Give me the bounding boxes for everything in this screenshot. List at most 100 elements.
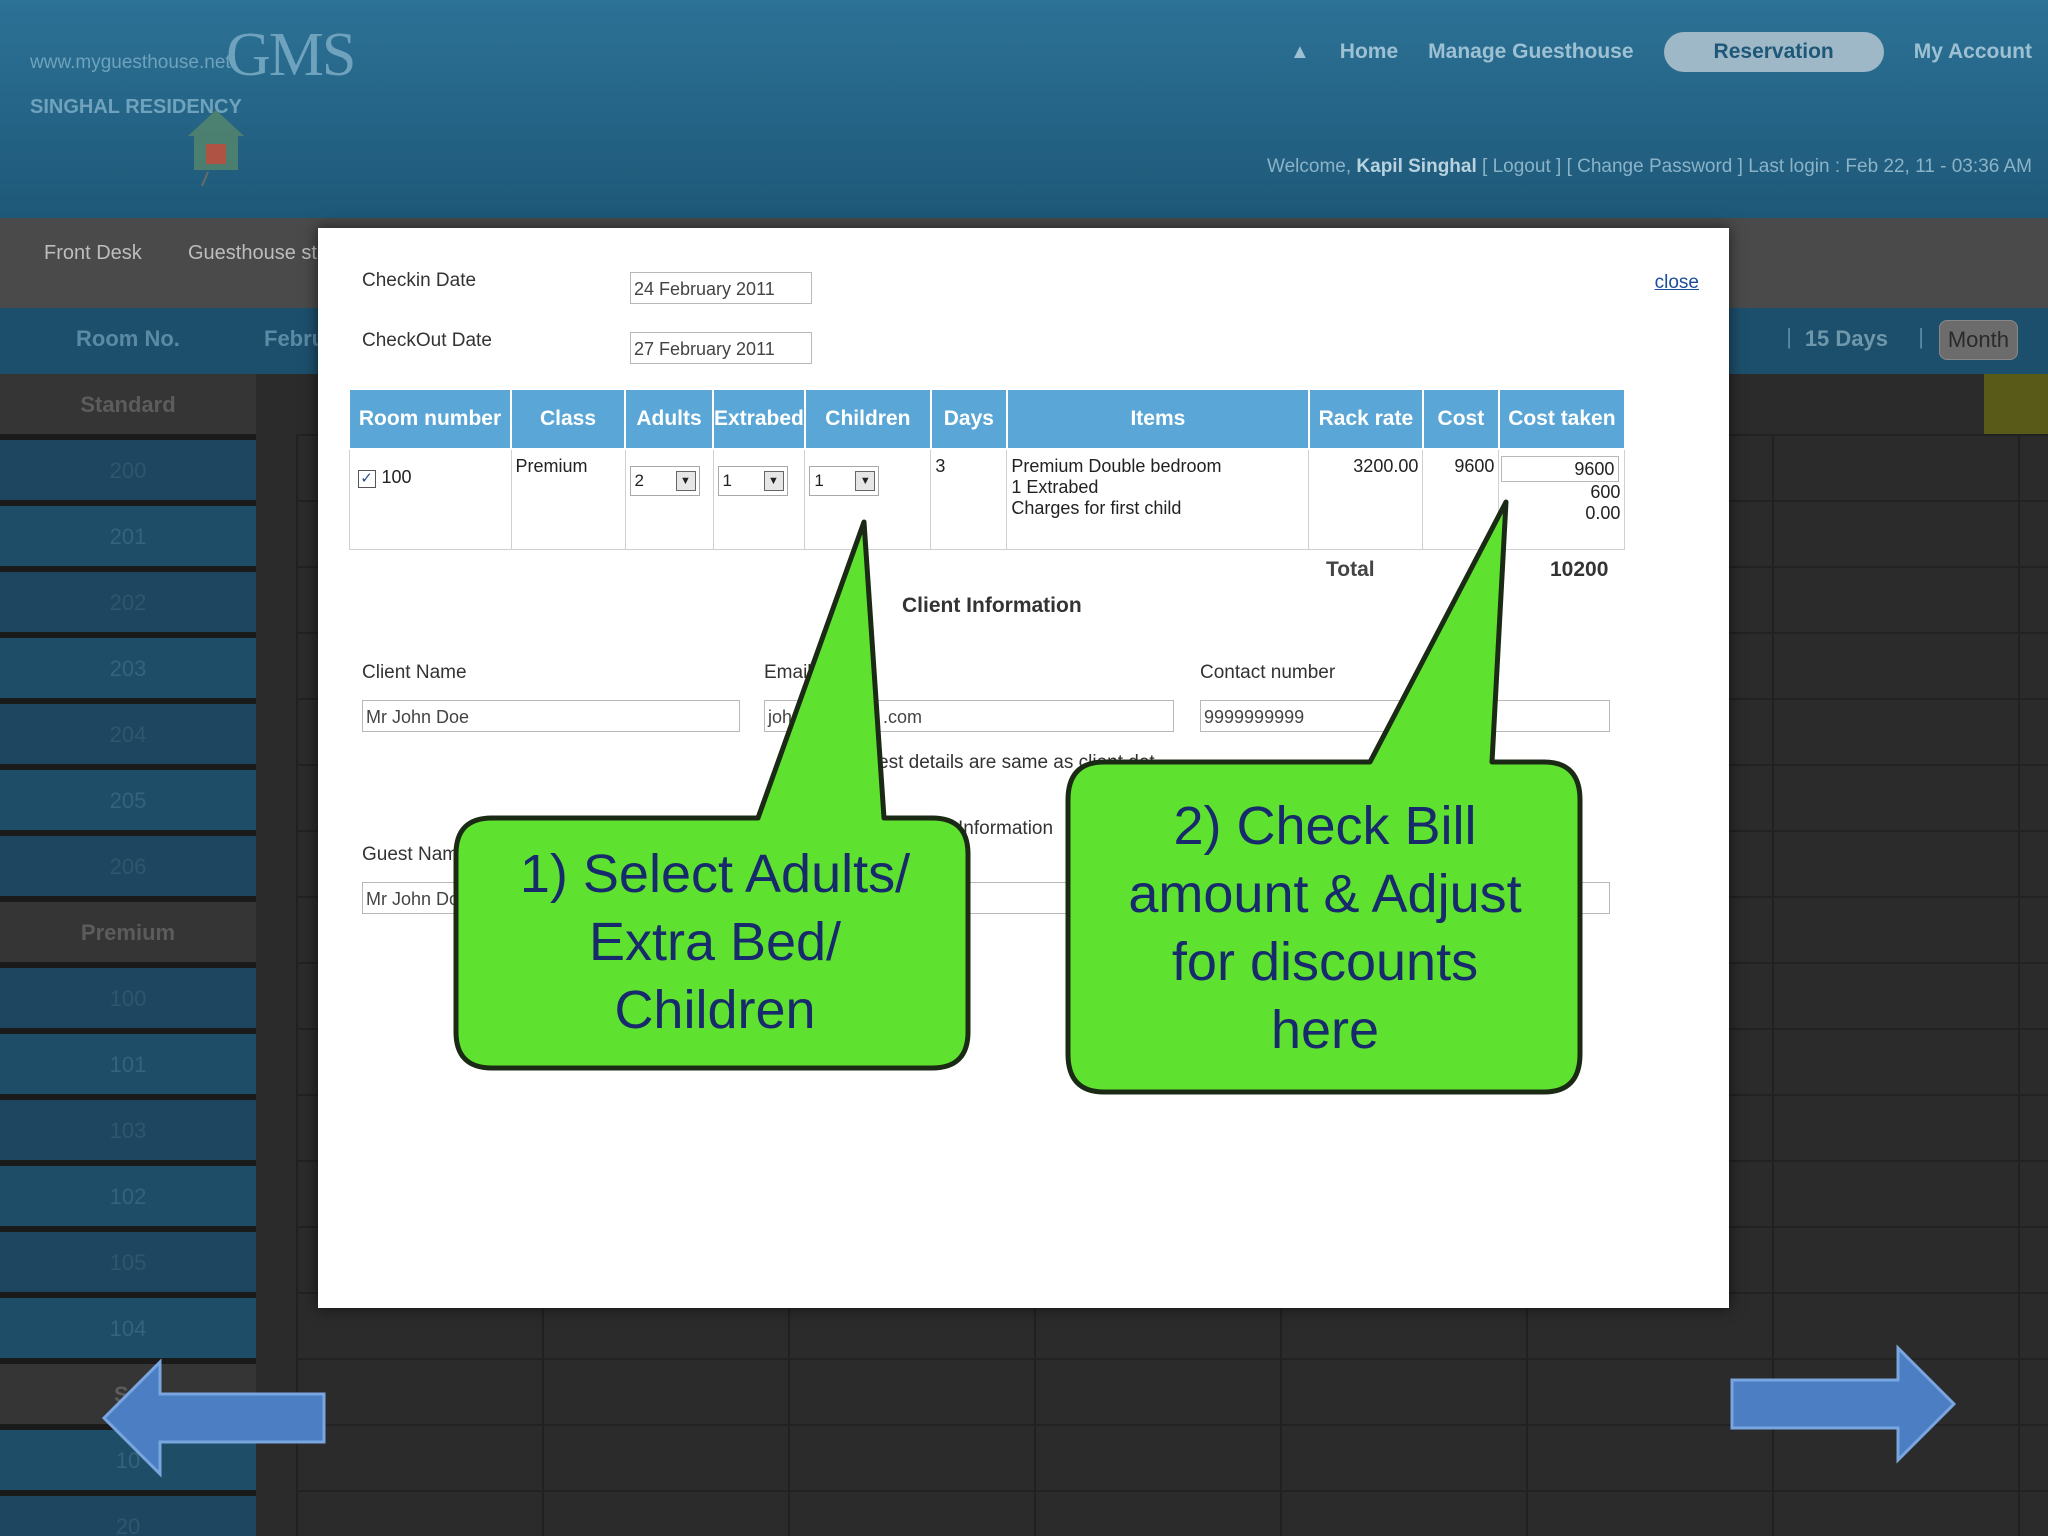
room-number: 100 bbox=[381, 467, 412, 487]
cell-days: 3 bbox=[930, 448, 1008, 550]
room-list: Standard 200 201 202 203 204 205 206 Premium 100 1… bbox=[0, 374, 256, 1536]
welcome-prefix: Welcome, bbox=[1267, 156, 1352, 177]
col-class: Class bbox=[510, 388, 626, 450]
room-row[interactable]: 203 bbox=[0, 638, 256, 698]
grid-line bbox=[2018, 434, 2020, 1536]
col-room-number: Room number bbox=[348, 388, 512, 450]
room-row[interactable]: 205 bbox=[0, 770, 256, 830]
room-row[interactable]: 102 bbox=[0, 1166, 256, 1226]
cell-adults: 2 ▼ bbox=[624, 448, 714, 550]
app-screen: www.myguesthouse.net GMS SINGHAL RESIDEN… bbox=[0, 0, 2048, 1536]
children-value: 1 bbox=[814, 471, 824, 490]
nav-home[interactable]: Home bbox=[1340, 40, 1398, 64]
cell-class: Premium bbox=[510, 448, 626, 550]
room-checkbox[interactable]: ✓ bbox=[357, 470, 376, 488]
nav-manage-guesthouse[interactable]: Manage Guesthouse bbox=[1428, 40, 1633, 64]
room-row[interactable]: 100 bbox=[0, 968, 256, 1028]
children-select[interactable]: 1 ▼ bbox=[809, 466, 880, 496]
callout-one-text: 1) Select Adults/ Extra Bed/ Children bbox=[470, 840, 960, 1044]
nav-my-account[interactable]: My Account bbox=[1914, 40, 2032, 64]
grid-line bbox=[296, 434, 298, 1536]
cell-rack-rate: 3200.00 bbox=[1308, 448, 1424, 550]
extrabed-charge: 600 bbox=[1590, 482, 1621, 502]
callout-line: 1) Select Adults/ bbox=[519, 844, 911, 904]
dropdown-arrow-icon[interactable]: ▼ bbox=[763, 471, 784, 491]
logout-link[interactable]: [ Logout ] bbox=[1482, 156, 1561, 177]
view-month-button[interactable]: Month bbox=[1938, 320, 2018, 360]
callout-two-text: 2) Check Bill amount & Adjust for discou… bbox=[1078, 792, 1572, 1064]
email-input[interactable]: joh .com bbox=[764, 700, 1174, 732]
col-rack-rate: Rack rate bbox=[1307, 388, 1424, 450]
callout-line: 2) Check Bill bbox=[1173, 796, 1477, 856]
col-cost: Cost bbox=[1421, 388, 1500, 450]
room-row[interactable]: 104 bbox=[0, 1298, 256, 1358]
col-extrabed: Extrabed bbox=[712, 388, 806, 450]
bill-table: Room number Class Adults Extrabed Childr… bbox=[348, 388, 1626, 550]
checkout-input[interactable]: 27 February 2011 bbox=[630, 332, 812, 364]
room-row[interactable]: 204 bbox=[0, 704, 256, 764]
room-row[interactable]: 206 bbox=[0, 836, 256, 896]
item-line: 1 Extrabed bbox=[1011, 477, 1099, 497]
change-password-link[interactable]: [ Change Password ] bbox=[1567, 156, 1743, 177]
cell-items: Premium Double bedroom 1 Extrabed Charge… bbox=[1006, 448, 1310, 550]
col-cost-taken: Cost taken bbox=[1497, 388, 1626, 450]
grid-line bbox=[296, 1424, 2048, 1426]
room-row[interactable]: 20 bbox=[0, 1496, 256, 1536]
col-days: Days bbox=[929, 388, 1008, 450]
date-highlight bbox=[1984, 374, 2048, 434]
checkin-label: Checkin Date bbox=[362, 270, 477, 291]
client-name-input[interactable]: Mr John Doe bbox=[362, 700, 740, 732]
room-no-header: Room No. bbox=[76, 326, 180, 351]
up-arrow-icon[interactable]: ▲ bbox=[1290, 41, 1310, 64]
dropdown-arrow-icon[interactable]: ▼ bbox=[675, 471, 696, 491]
cell-extrabed: 1 ▼ bbox=[712, 448, 806, 550]
callout-line: amount & Adjust bbox=[1128, 864, 1522, 924]
cell-children: 1 ▼ bbox=[804, 448, 932, 550]
app-header: www.myguesthouse.net GMS SINGHAL RESIDEN… bbox=[0, 0, 2048, 218]
room-row[interactable]: 202 bbox=[0, 572, 256, 632]
col-items: Items bbox=[1005, 388, 1310, 450]
separator: | bbox=[1918, 324, 1924, 349]
grid-line bbox=[296, 1490, 2048, 1492]
same-details-label: est details are same as client det bbox=[878, 752, 1155, 773]
site-logo: GMS bbox=[226, 21, 356, 89]
email-value-end: .com bbox=[883, 707, 923, 727]
guest-name-label: Guest Name bbox=[362, 844, 469, 865]
checkout-label: CheckOut Date bbox=[362, 330, 492, 351]
extrabed-value: 1 bbox=[722, 471, 732, 490]
callout-line: for discounts bbox=[1171, 932, 1479, 992]
room-row[interactable]: 10 bbox=[0, 1430, 256, 1490]
client-info-title: Client Information bbox=[902, 594, 1082, 617]
extrabed-select[interactable]: 1 ▼ bbox=[717, 466, 788, 496]
cell-cost-taken: 9600 600 0.00 bbox=[1498, 448, 1626, 550]
room-row[interactable]: 200 bbox=[0, 440, 256, 500]
room-row[interactable]: 105 bbox=[0, 1232, 256, 1292]
contact-label: Contact number bbox=[1200, 662, 1336, 683]
adults-select[interactable]: 2 ▼ bbox=[629, 466, 700, 496]
cell-cost: 9600 bbox=[1422, 448, 1500, 550]
client-name-label: Client Name bbox=[362, 662, 467, 683]
callout-line: Extra Bed/ bbox=[588, 912, 842, 972]
view-15-days[interactable]: 15 Days bbox=[1805, 326, 1888, 352]
guest-info-title: Information bbox=[958, 818, 1054, 839]
dropdown-arrow-icon[interactable]: ▼ bbox=[855, 471, 876, 491]
nav-reservation[interactable]: Reservation bbox=[1663, 32, 1884, 72]
room-category: Su bbox=[0, 1364, 256, 1424]
separator: | bbox=[1786, 324, 1792, 349]
bill-header-row: Room number Class Adults Extrabed Childr… bbox=[348, 388, 1626, 450]
welcome-user: Kapil Singhal bbox=[1356, 156, 1477, 177]
room-row[interactable]: 103 bbox=[0, 1100, 256, 1160]
col-adults: Adults bbox=[624, 388, 714, 450]
room-row[interactable]: 201 bbox=[0, 506, 256, 566]
tab-front-desk[interactable]: Front Desk bbox=[44, 242, 142, 265]
checkin-input[interactable]: 24 February 2011 bbox=[630, 272, 812, 304]
room-row[interactable]: 101 bbox=[0, 1034, 256, 1094]
total-label: Total bbox=[1326, 558, 1375, 581]
callout-line: here bbox=[1270, 1000, 1380, 1060]
close-link[interactable]: close bbox=[1655, 272, 1699, 294]
child-charge: 0.00 bbox=[1585, 503, 1621, 523]
cost-taken-input[interactable]: 9600 bbox=[1501, 456, 1620, 482]
grid-line bbox=[1772, 434, 1774, 1536]
contact-input[interactable]: 9999999999 bbox=[1200, 700, 1610, 732]
room-category: Standard bbox=[0, 374, 256, 434]
